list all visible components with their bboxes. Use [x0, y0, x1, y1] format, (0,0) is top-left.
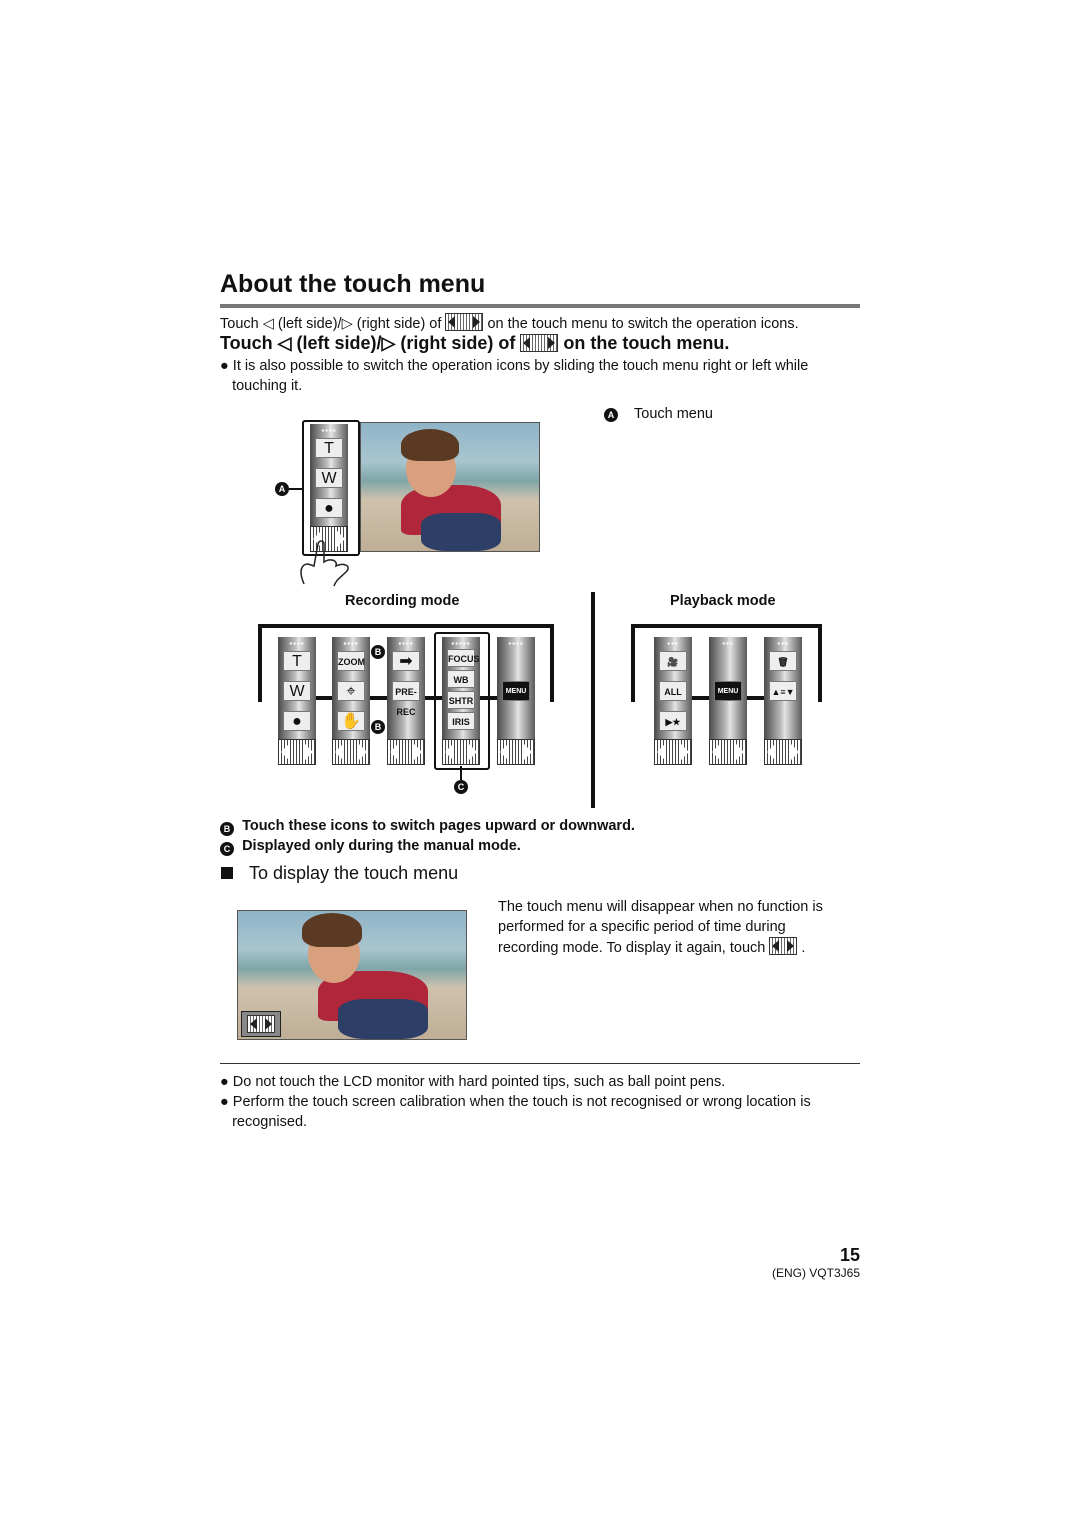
- page-indicator: ▪▪▪▪▪: [451, 639, 471, 648]
- touch-menu-nav-icon: [520, 334, 559, 352]
- recording-menu-page[interactable]: ▪▪▪▪ MENU: [497, 637, 535, 765]
- touch-menu[interactable]: ▪▪▪▪ T W ●: [310, 424, 348, 552]
- recording-menu-page[interactable]: ▪▪▪▪ ➡ PRE-REC: [387, 637, 425, 765]
- double-arrow-icon: [692, 696, 709, 700]
- double-arrow-icon: [480, 696, 497, 700]
- marker-b: B: [371, 645, 385, 659]
- recording-mode-label: Recording mode: [345, 593, 460, 609]
- caution-2: ● Perform the touch screen calibration w…: [220, 1094, 811, 1130]
- marker-a: A: [275, 482, 289, 496]
- manual-page: About the touch menu Touch ◁ (left side)…: [0, 0, 1080, 1526]
- marker-c: C: [454, 780, 468, 794]
- title-rule: [220, 304, 860, 308]
- caution-rule: [220, 1063, 860, 1064]
- menu-icon-prerec[interactable]: PRE-REC: [392, 681, 420, 717]
- bullet-note: ● It is also possible to switch the oper…: [220, 358, 809, 394]
- section-title: To display the touch menu: [249, 863, 459, 883]
- playback-menu-page[interactable]: ▪▪▪ MENU: [709, 637, 747, 765]
- page-indicator: ▪▪▪▪: [321, 426, 337, 435]
- page-switch-arrows[interactable]: [442, 739, 480, 765]
- page-switch-arrows[interactable]: [278, 739, 316, 765]
- playback-menu-page[interactable]: ▪▪▪ 🎥 ALL ▶★: [654, 637, 692, 765]
- model-code: (ENG) VQT3J65: [771, 1266, 860, 1280]
- page-switch-arrows[interactable]: [654, 739, 692, 765]
- intro-text: Touch ◁ (left side)/▷ (right side) of on…: [220, 313, 799, 334]
- menu-icon-[interactable]: ●: [283, 711, 311, 731]
- page-switch-arrows[interactable]: [764, 739, 802, 765]
- page-indicator: ▪▪▪▪: [343, 639, 359, 648]
- note-b: B Touch these icons to switch pages upwa…: [220, 816, 635, 836]
- legend-a-label: Touch menu: [634, 406, 713, 422]
- menu-icon-menu[interactable]: MENU: [714, 681, 742, 701]
- page-indicator: ▪▪▪▪: [398, 639, 414, 648]
- note-c: C Displayed only during the manual mode.: [220, 836, 521, 856]
- page-switch-arrows[interactable]: [387, 739, 425, 765]
- page-indicator: ▪▪▪▪: [508, 639, 524, 648]
- menu-icon-menu[interactable]: MENU: [502, 681, 530, 701]
- menu-icon-iris[interactable]: IRIS: [447, 712, 475, 730]
- menu-icon-shtr[interactable]: SHTR: [447, 691, 475, 709]
- child-photo: [360, 422, 540, 552]
- marker-b: B: [371, 720, 385, 734]
- double-arrow-icon: [747, 696, 764, 700]
- marker-line: [289, 488, 303, 490]
- marker-line: [460, 766, 462, 780]
- menu-icon-all[interactable]: ALL: [659, 681, 687, 701]
- menu-icon-t[interactable]: T: [315, 438, 343, 458]
- menu-icon-t[interactable]: T: [283, 651, 311, 671]
- page-indicator: ▪▪▪: [777, 639, 789, 648]
- menu-icon-[interactable]: ●: [315, 498, 343, 518]
- playback-menu-page[interactable]: ▪▪▪ 🗑 ▲≡▼: [764, 637, 802, 765]
- playback-mode-label: Playback mode: [670, 593, 776, 609]
- menu-icon-[interactable]: ▶★: [659, 711, 687, 731]
- menu-icon-[interactable]: ➡: [392, 651, 420, 671]
- recording-menu-page[interactable]: ▪▪▪▪ ZOOM ⌖ ✋: [332, 637, 370, 765]
- double-arrow-icon: [370, 696, 387, 700]
- double-arrow-icon: [425, 696, 442, 700]
- touch-menu-nav-icon: [247, 1015, 275, 1033]
- menu-icon-w[interactable]: W: [283, 681, 311, 701]
- finger-icon: [300, 540, 349, 587]
- touch-menu-nav-icon: [769, 937, 798, 955]
- page-indicator: ▪▪▪: [722, 639, 734, 648]
- section-square-icon: [221, 867, 233, 879]
- double-arrow-icon: [316, 696, 332, 700]
- recording-menu-page[interactable]: ▪▪▪▪ T W ●: [278, 637, 316, 765]
- page-indicator: ▪▪▪: [667, 639, 679, 648]
- mode-divider: [591, 592, 595, 808]
- menu-icon-[interactable]: ✋: [337, 711, 365, 731]
- step-heading: Touch ◁ (left side)/▷ (right side) of on…: [220, 333, 730, 353]
- touch-menu-nav-icon: [445, 313, 484, 331]
- menu-icon-[interactable]: ▲≡▼: [769, 681, 797, 701]
- section-text: The touch menu will disappear when no fu…: [498, 899, 823, 956]
- menu-icon-w[interactable]: W: [315, 468, 343, 488]
- page-title: About the touch menu: [220, 270, 486, 298]
- page-switch-arrows[interactable]: [709, 739, 747, 765]
- caution-1: ● Do not touch the LCD monitor with hard…: [220, 1074, 726, 1090]
- marker-a: A: [604, 408, 618, 422]
- menu-icon-[interactable]: 🗑: [769, 651, 797, 671]
- page-switch-arrows[interactable]: [332, 739, 370, 765]
- page-indicator: ▪▪▪▪: [289, 639, 305, 648]
- recording-menu-page[interactable]: ▪▪▪▪▪ FOCUS WB SHTR IRIS: [442, 637, 480, 765]
- child-photo-screen: [237, 910, 467, 1040]
- menu-icon-[interactable]: ⌖: [337, 681, 365, 701]
- touch-menu-button[interactable]: [241, 1011, 281, 1037]
- page-number: 15: [839, 1245, 860, 1265]
- menu-icon-wb[interactable]: WB: [447, 670, 475, 688]
- menu-icon-zoom[interactable]: ZOOM: [337, 651, 365, 671]
- page-switch-arrows[interactable]: [497, 739, 535, 765]
- menu-icon-[interactable]: 🎥: [659, 651, 687, 671]
- menu-icon-focus[interactable]: FOCUS: [447, 649, 480, 667]
